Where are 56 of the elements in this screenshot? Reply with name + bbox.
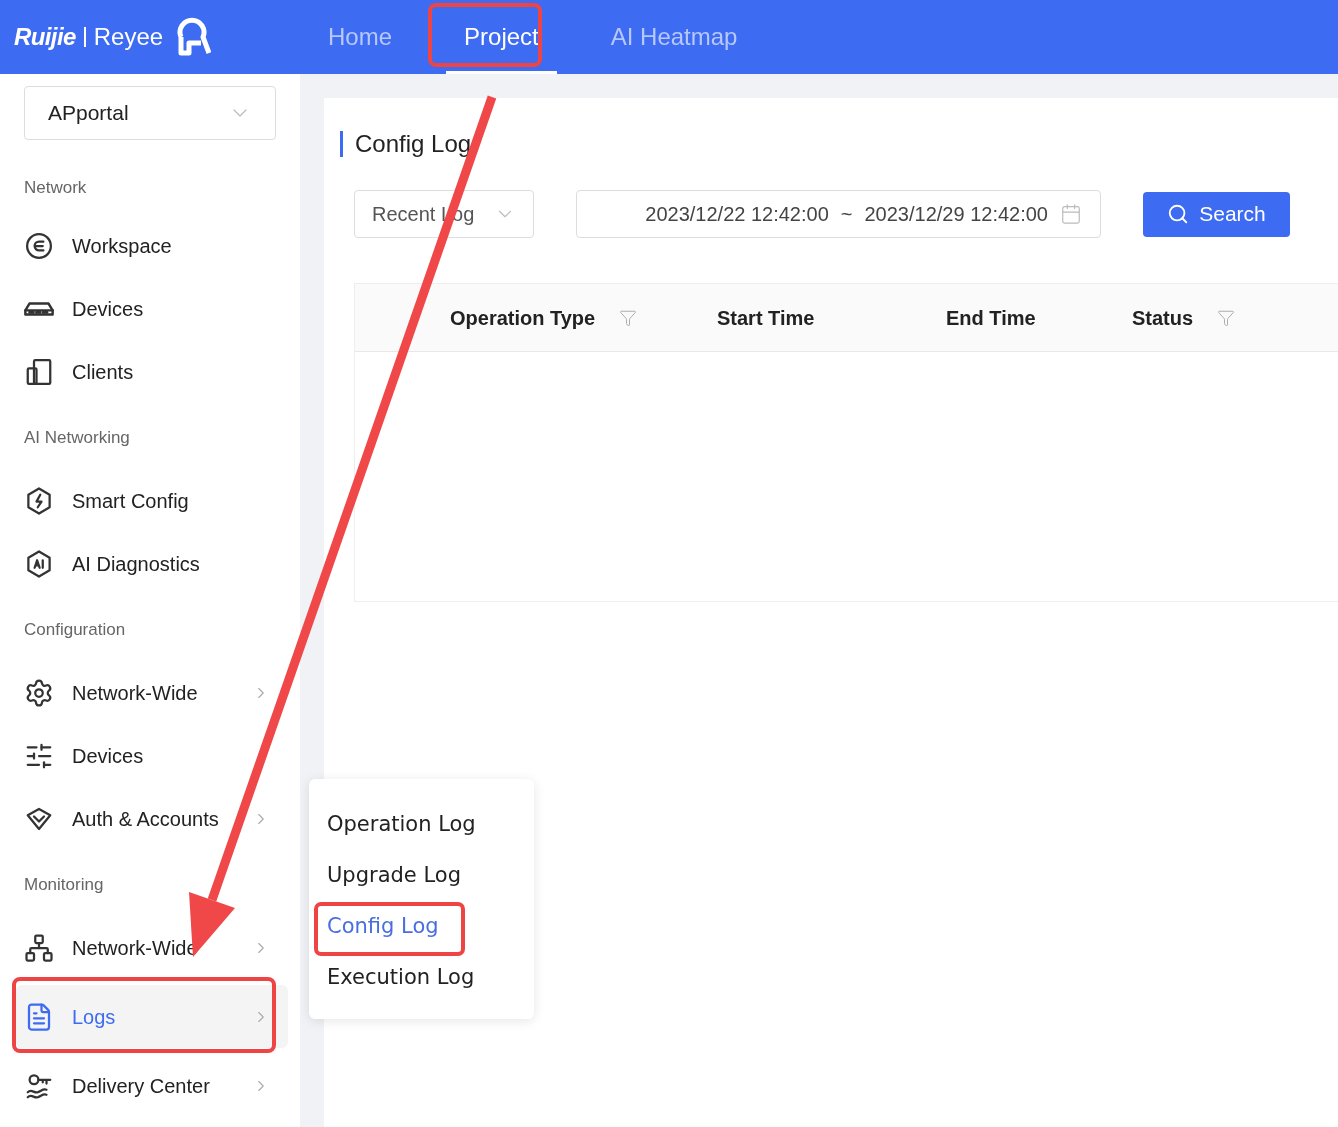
- logo-divider: [83, 27, 86, 47]
- date-separator: ~: [840, 202, 853, 227]
- sidebar-label: Auth & Accounts: [72, 806, 220, 832]
- section-heading: Network: [24, 177, 87, 200]
- sidebar-label: Devices: [72, 296, 145, 322]
- brand-logo: Ruijie: [14, 22, 76, 52]
- section-heading: Configuration: [24, 619, 126, 642]
- page-title: Config Log: [355, 129, 472, 159]
- filter-icon[interactable]: [1217, 308, 1236, 327]
- sub-brand-logo: Reyee: [93, 22, 164, 52]
- sidebar-item[interactable]: Logs: [16, 985, 288, 1048]
- sidebar-item[interactable]: AI Diagnostics: [16, 532, 288, 595]
- sidebar-item[interactable]: Delivery Center: [16, 1054, 288, 1117]
- sidebar-label: Delivery Center: [72, 1073, 211, 1099]
- sidebar-item[interactable]: Workspace: [16, 214, 288, 277]
- start-date: 2023/12/22 12:42:00: [645, 202, 829, 227]
- nav-tab[interactable]: Project: [446, 0, 557, 74]
- sidebar-label: AI Diagnostics: [72, 551, 201, 577]
- search-button[interactable]: Search: [1143, 191, 1290, 237]
- sidebar-item[interactable]: Auth & Accounts: [16, 787, 288, 850]
- filter-icon[interactable]: [619, 308, 638, 327]
- topology-icon: [24, 932, 54, 963]
- section-heading: Monitoring: [24, 874, 104, 897]
- submenu-item[interactable]: Upgrade Log: [327, 850, 534, 901]
- submenu-item[interactable]: Operation Log: [327, 799, 534, 850]
- sidebar-item[interactable]: Clients: [16, 340, 288, 403]
- column-header[interactable]: Status: [1132, 302, 1236, 333]
- sidebar-label: Smart Config: [72, 488, 190, 514]
- column-header[interactable]: End Time: [946, 302, 1036, 333]
- sidebar-label: Clients: [72, 359, 135, 385]
- project-select[interactable]: APportal: [24, 86, 276, 140]
- tablet-phone-icon: [24, 356, 54, 387]
- date-range-field[interactable]: 2023/12/22 12:42:00 ~ 2023/12/29 12:42:00: [576, 190, 1101, 238]
- submenu-item[interactable]: Config Log: [327, 901, 534, 952]
- calendar-icon: [1060, 203, 1082, 225]
- gear-icon: [24, 677, 54, 708]
- search-icon: [1167, 203, 1190, 225]
- sidebar-label: Devices: [72, 743, 145, 769]
- hexagon-bolt-icon: [24, 485, 54, 516]
- cloud-r-logo: [175, 17, 212, 57]
- column-header[interactable]: Operation Type: [450, 302, 638, 333]
- sidebar-item[interactable]: Devices: [16, 277, 288, 340]
- circle-e-icon: [24, 230, 54, 261]
- sidebar-label: Logs: [72, 1004, 117, 1030]
- section-heading: AI Networking: [24, 427, 130, 450]
- title-accent-bar: [340, 131, 343, 157]
- end-date: 2023/12/29 12:42:00: [864, 202, 1048, 227]
- sidebar-item[interactable]: Network-Wide: [16, 661, 288, 724]
- sidebar-label: Network-Wide: [72, 680, 199, 706]
- switch-icon: [24, 301, 54, 316]
- hexagon-chip-icon: [24, 548, 54, 579]
- sidebar-item[interactable]: Devices: [16, 724, 288, 787]
- submenu-item[interactable]: Execution Log: [327, 952, 534, 1003]
- sidebar-item[interactable]: Smart Config: [16, 469, 288, 532]
- column-header[interactable]: Start Time: [717, 302, 815, 333]
- sidebar-label: Workspace: [72, 233, 173, 259]
